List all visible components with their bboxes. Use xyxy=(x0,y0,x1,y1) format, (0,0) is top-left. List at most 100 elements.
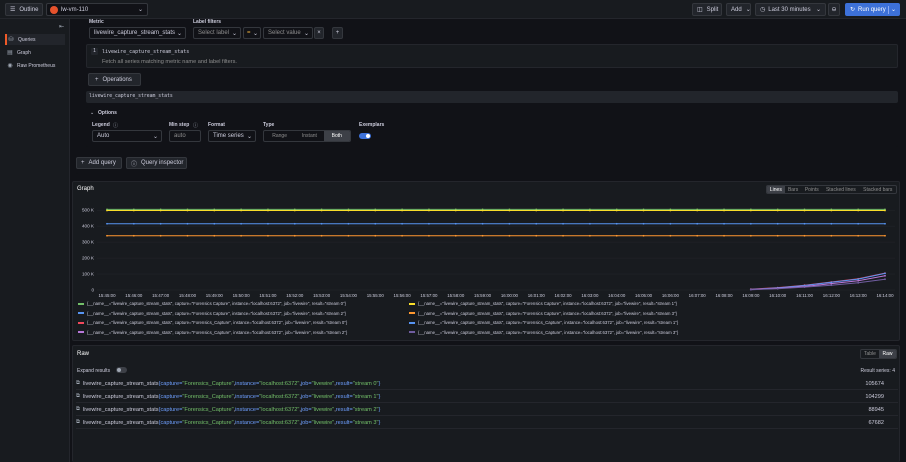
series-point[interactable] xyxy=(615,234,618,237)
series-point[interactable] xyxy=(669,234,672,237)
legend-item[interactable]: {__name__="livewire_capture_stream_stats… xyxy=(78,311,346,316)
series-point[interactable] xyxy=(454,209,457,212)
series-point[interactable] xyxy=(749,209,752,212)
series-point[interactable] xyxy=(347,209,350,212)
series-point[interactable] xyxy=(857,278,860,281)
series-point[interactable] xyxy=(481,222,484,225)
series-point[interactable] xyxy=(186,234,189,237)
series-point[interactable] xyxy=(213,209,216,212)
series-point[interactable] xyxy=(428,222,430,225)
info-icon[interactable]: ⓘ xyxy=(113,122,118,129)
series-point[interactable] xyxy=(267,234,269,237)
series-point[interactable] xyxy=(615,209,618,212)
series-point[interactable] xyxy=(669,209,672,212)
series-point[interactable] xyxy=(213,222,216,225)
series-point[interactable] xyxy=(884,272,886,275)
series-point[interactable] xyxy=(374,234,377,237)
series-point[interactable] xyxy=(857,234,860,237)
series-point[interactable] xyxy=(347,222,350,225)
copy-icon[interactable]: ⧉ xyxy=(76,393,80,400)
options-label[interactable]: Options xyxy=(98,110,117,116)
operations-button[interactable]: + Operations xyxy=(88,73,141,86)
series-point[interactable] xyxy=(642,234,645,237)
series-point[interactable] xyxy=(830,222,833,225)
series-point[interactable] xyxy=(803,222,806,225)
series-point[interactable] xyxy=(776,209,779,212)
series-point[interactable] xyxy=(481,209,484,212)
legend-select[interactable]: Auto ⌄ xyxy=(92,130,162,142)
remove-filter-button[interactable]: × xyxy=(314,27,324,39)
series-point[interactable] xyxy=(642,209,645,212)
series-point[interactable] xyxy=(454,222,457,225)
series-point[interactable] xyxy=(159,209,162,212)
series-point[interactable] xyxy=(159,234,162,237)
series-point[interactable] xyxy=(830,282,833,285)
series-point[interactable] xyxy=(320,209,323,212)
series-point[interactable] xyxy=(186,222,189,225)
series-point[interactable] xyxy=(508,222,511,225)
series-point[interactable] xyxy=(588,209,591,212)
series-point[interactable] xyxy=(562,209,564,212)
series-point[interactable] xyxy=(535,234,538,237)
series-point[interactable] xyxy=(562,222,564,225)
format-select[interactable]: Time series ⌄ xyxy=(208,130,256,142)
type-option-range[interactable]: Range xyxy=(264,131,295,141)
copy-icon[interactable]: ⧉ xyxy=(76,419,80,426)
series-point[interactable] xyxy=(106,222,108,225)
sidebar-item-graph[interactable]: ▤ Graph xyxy=(6,47,66,58)
series-line-4[interactable] xyxy=(750,272,886,290)
view-mode-stacked-bars[interactable]: Stacked bars xyxy=(860,186,896,193)
outline-button[interactable]: ☰ Outline xyxy=(5,3,43,16)
view-mode-stacked-lines[interactable]: Stacked lines xyxy=(822,186,859,193)
series-point[interactable] xyxy=(776,234,779,237)
query-inspector-button[interactable]: ⓘ Query inspector xyxy=(126,157,187,169)
operator-select[interactable]: = ⌄ xyxy=(243,27,261,39)
series-point[interactable] xyxy=(588,222,591,225)
series-point[interactable] xyxy=(535,209,538,212)
series-point[interactable] xyxy=(776,287,779,290)
series-point[interactable] xyxy=(830,234,833,237)
series-point[interactable] xyxy=(401,222,404,225)
zoom-out-button[interactable]: ⊖ xyxy=(828,3,840,16)
sidebar-item-raw-prometheus[interactable]: ◉ Raw Prometheus xyxy=(6,60,66,71)
copy-icon[interactable]: ⧉ xyxy=(76,380,80,387)
series-point[interactable] xyxy=(267,222,269,225)
series-point[interactable] xyxy=(320,222,323,225)
series-point[interactable] xyxy=(830,209,833,212)
series-point[interactable] xyxy=(696,222,699,225)
exemplars-toggle[interactable] xyxy=(359,133,371,139)
series-point[interactable] xyxy=(240,234,243,237)
series-point[interactable] xyxy=(508,234,511,237)
legend-item[interactable]: {__name__="livewire_capture_stream_stats… xyxy=(409,330,678,335)
series-point[interactable] xyxy=(132,234,135,237)
series-point[interactable] xyxy=(481,234,484,237)
series-point[interactable] xyxy=(374,209,377,212)
series-point[interactable] xyxy=(293,234,296,237)
chevron-down-icon[interactable]: ⌄ xyxy=(891,6,896,13)
add-query-button[interactable]: + Add query xyxy=(76,157,122,169)
type-option-instant[interactable]: Instant xyxy=(295,131,323,141)
series-point[interactable] xyxy=(401,209,404,212)
series-point[interactable] xyxy=(106,209,108,212)
series-point[interactable] xyxy=(803,286,806,289)
series-point[interactable] xyxy=(588,234,591,237)
series-point[interactable] xyxy=(642,222,645,225)
series-point[interactable] xyxy=(106,234,108,237)
series-point[interactable] xyxy=(240,209,243,212)
series-point[interactable] xyxy=(159,222,162,225)
series-point[interactable] xyxy=(696,209,699,212)
series-point[interactable] xyxy=(669,222,672,225)
series-point[interactable] xyxy=(884,234,886,237)
series-point[interactable] xyxy=(723,209,725,212)
series-point[interactable] xyxy=(776,222,779,225)
series-point[interactable] xyxy=(884,222,886,225)
datasource-picker[interactable]: lw-vm-110 ⌄ xyxy=(46,3,148,16)
series-point[interactable] xyxy=(857,279,860,282)
series-point[interactable] xyxy=(749,234,752,237)
series-point[interactable] xyxy=(562,234,564,237)
series-point[interactable] xyxy=(347,234,350,237)
series-point[interactable] xyxy=(857,222,860,225)
view-mode-points[interactable]: Points xyxy=(801,186,822,193)
series-point[interactable] xyxy=(186,209,189,212)
legend-item[interactable]: {__name__="livewire_capture_stream_stats… xyxy=(409,301,677,306)
